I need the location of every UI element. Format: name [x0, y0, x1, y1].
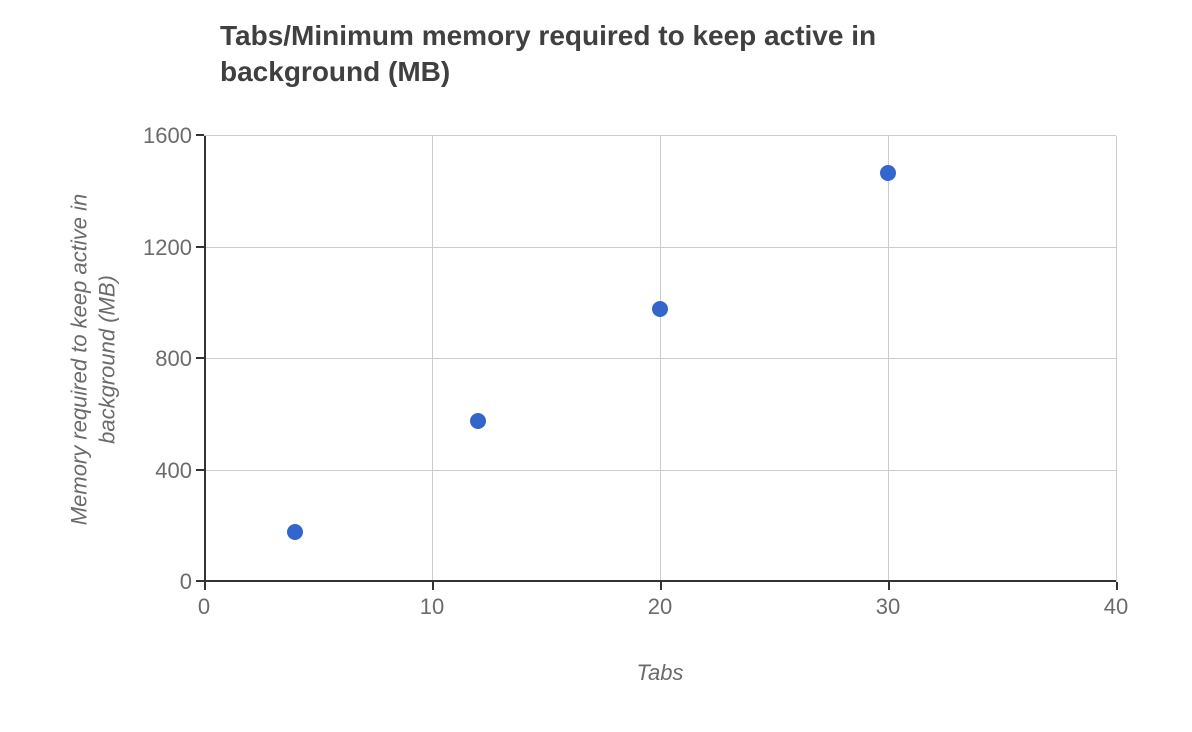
- y-axis-line: [204, 136, 206, 582]
- x-tick-mark: [204, 582, 206, 590]
- y-tick-mark: [196, 246, 204, 248]
- x-tick-mark: [432, 582, 434, 590]
- gridline-v: [432, 136, 433, 582]
- gridline-v: [888, 136, 889, 582]
- y-tick-mark: [196, 469, 204, 471]
- data-point: [880, 165, 896, 181]
- x-tick-label: 40: [1086, 594, 1146, 620]
- y-tick-mark: [196, 134, 204, 136]
- x-tick-mark: [1116, 582, 1118, 590]
- chart-container: Tabs/Minimum memory required to keep act…: [0, 0, 1192, 732]
- x-axis-label: Tabs: [204, 660, 1116, 686]
- x-tick-label: 10: [402, 594, 462, 620]
- x-tick-label: 30: [858, 594, 918, 620]
- data-point: [470, 413, 486, 429]
- data-point: [287, 524, 303, 540]
- chart-title: Tabs/Minimum memory required to keep act…: [220, 18, 940, 91]
- x-tick-label: 20: [630, 594, 690, 620]
- y-tick-mark: [196, 357, 204, 359]
- x-tick-label: 0: [174, 594, 234, 620]
- x-tick-mark: [660, 582, 662, 590]
- x-tick-mark: [888, 582, 890, 590]
- gridline-v: [660, 136, 661, 582]
- data-point: [652, 301, 668, 317]
- y-tick-mark: [196, 580, 204, 582]
- gridline-v: [1116, 136, 1117, 582]
- plot-area: [204, 136, 1116, 582]
- y-axis-label: Memory required to keep active in backgr…: [66, 136, 121, 582]
